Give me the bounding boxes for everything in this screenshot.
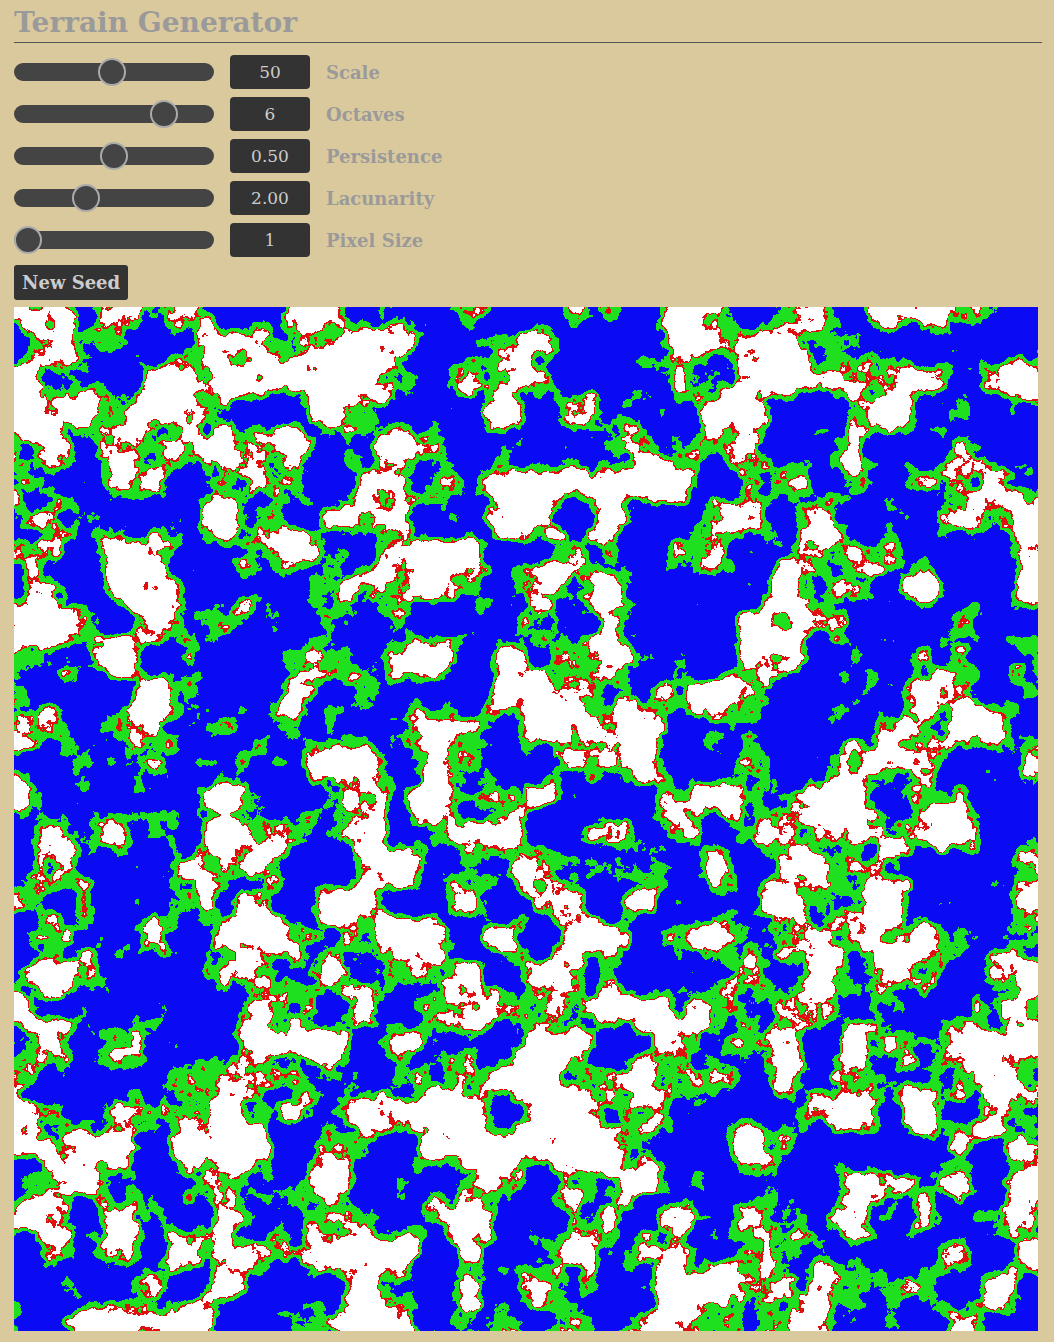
slider[interactable] bbox=[14, 189, 214, 207]
control-row: 50 Scale bbox=[14, 55, 1042, 89]
value-field[interactable]: 1 bbox=[230, 223, 310, 257]
terrain-canvas bbox=[14, 307, 1038, 1331]
control-label: Scale bbox=[326, 62, 380, 83]
slider[interactable] bbox=[14, 231, 214, 249]
slider[interactable] bbox=[14, 105, 214, 123]
new-seed-button[interactable]: New Seed bbox=[14, 265, 128, 300]
slider-thumb[interactable] bbox=[72, 184, 100, 212]
slider-thumb[interactable] bbox=[14, 226, 42, 254]
control-row: 6 Octaves bbox=[14, 97, 1042, 131]
value-field[interactable]: 50 bbox=[230, 55, 310, 89]
slider[interactable] bbox=[14, 63, 214, 81]
slider-thumb[interactable] bbox=[150, 100, 178, 128]
value-field[interactable]: 2.00 bbox=[230, 181, 310, 215]
value-field[interactable]: 6 bbox=[230, 97, 310, 131]
value-field[interactable]: 0.50 bbox=[230, 139, 310, 173]
control-label: Octaves bbox=[326, 104, 405, 125]
control-row: 2.00 Lacunarity bbox=[14, 181, 1042, 215]
control-row: 1 Pixel Size bbox=[14, 223, 1042, 257]
slider-thumb[interactable] bbox=[100, 142, 128, 170]
terrain-generator: Terrain Generator 50 Scale 6 Octaves 0.5… bbox=[0, 0, 1054, 1342]
control-label: Pixel Size bbox=[326, 230, 423, 251]
control-label: Persistence bbox=[326, 146, 442, 167]
slider[interactable] bbox=[14, 147, 214, 165]
control-label: Lacunarity bbox=[326, 188, 434, 209]
page-title: Terrain Generator bbox=[14, 4, 1042, 43]
controls: 50 Scale 6 Octaves 0.50 Persistence 2.00… bbox=[14, 55, 1042, 257]
control-row: 0.50 Persistence bbox=[14, 139, 1042, 173]
slider-thumb[interactable] bbox=[98, 58, 126, 86]
